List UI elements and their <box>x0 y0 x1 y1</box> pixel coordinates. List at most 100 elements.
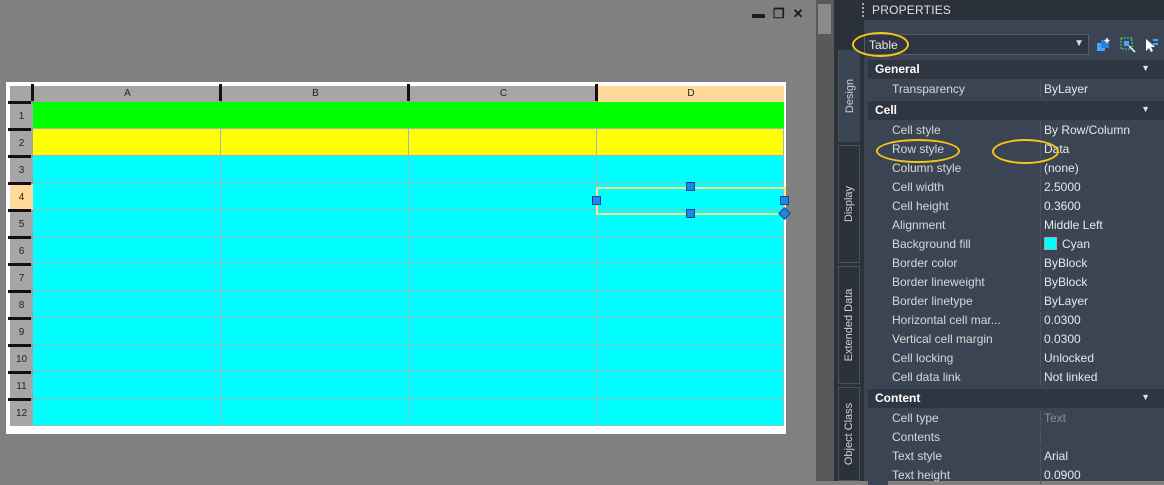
property-row[interactable]: Border lineweight ByBlock <box>868 273 1164 292</box>
column-header-b[interactable]: B <box>221 86 409 102</box>
row-header-11[interactable]: 11 <box>10 372 33 399</box>
grip-handle-right[interactable] <box>780 196 789 205</box>
property-row[interactable]: Text style Arial <box>868 447 1164 466</box>
table-cell[interactable] <box>33 237 221 264</box>
table-cell[interactable] <box>597 372 784 399</box>
collapse-chevron-icon[interactable]: ▼ <box>1141 63 1150 73</box>
row-header-4[interactable]: 4 <box>10 183 33 210</box>
table-cell[interactable] <box>33 183 221 210</box>
tab-object-class[interactable]: Object Class <box>838 387 860 481</box>
tab-design[interactable]: Design <box>838 50 860 142</box>
row-header-3[interactable]: 3 <box>10 156 33 183</box>
property-row[interactable]: Cell locking Unlocked <box>868 349 1164 368</box>
collapse-chevron-icon[interactable]: ▼ <box>1141 392 1150 402</box>
row-header-6[interactable]: 6 <box>10 237 33 264</box>
property-value[interactable] <box>1040 429 1164 446</box>
property-row[interactable]: Alignment Middle Left <box>868 216 1164 235</box>
table-cell[interactable] <box>33 129 221 156</box>
property-value[interactable]: Middle Left <box>1040 217 1164 234</box>
row-header-8[interactable]: 8 <box>10 291 33 318</box>
table-cell[interactable] <box>597 129 784 156</box>
table-cell-merged-title[interactable] <box>33 102 784 129</box>
property-row[interactable]: Horizontal cell mar... 0.0300 <box>868 311 1164 330</box>
section-header-cell[interactable]: Cell ▼ <box>868 101 1164 120</box>
property-value[interactable]: ByLayer <box>1040 293 1164 310</box>
table-cell[interactable] <box>221 156 409 183</box>
column-header-a[interactable]: A <box>33 86 221 102</box>
drag-grip-icon[interactable] <box>862 3 868 17</box>
property-row[interactable]: Cell style By Row/Column <box>868 121 1164 140</box>
property-value[interactable]: Unlocked <box>1040 350 1164 367</box>
property-value[interactable]: 0.0300 <box>1040 312 1164 329</box>
table-cell[interactable] <box>409 210 597 237</box>
property-row[interactable]: Cell type Text <box>868 409 1164 428</box>
vertical-scrollbar[interactable] <box>816 0 834 481</box>
property-value[interactable]: (none) <box>1040 160 1164 177</box>
property-value[interactable]: Text <box>1040 410 1164 427</box>
table-cell[interactable] <box>33 210 221 237</box>
property-row[interactable]: Cell data link Not linked <box>868 368 1164 387</box>
table-cell[interactable] <box>221 372 409 399</box>
column-header-d[interactable]: D <box>597 86 784 102</box>
palette-titlebar[interactable]: PROPERTIES <box>834 0 1164 20</box>
property-value[interactable]: 0.3600 <box>1040 198 1164 215</box>
table-cell[interactable] <box>33 318 221 345</box>
table-cell[interactable] <box>409 156 597 183</box>
table-cell[interactable] <box>221 183 409 210</box>
column-header-c[interactable]: C <box>409 86 597 102</box>
table-cell[interactable] <box>33 291 221 318</box>
row-header-5[interactable]: 5 <box>10 210 33 237</box>
property-value[interactable]: Not linked <box>1040 369 1164 386</box>
table-cell[interactable] <box>597 264 784 291</box>
property-value[interactable]: 0.0300 <box>1040 331 1164 348</box>
property-value[interactable]: Arial <box>1040 448 1164 465</box>
property-row[interactable]: Border color ByBlock <box>868 254 1164 273</box>
table-cell[interactable] <box>409 291 597 318</box>
section-header-general[interactable]: General ▼ <box>868 60 1164 79</box>
property-row[interactable]: Cell width 2.5000 <box>868 178 1164 197</box>
table-cell[interactable] <box>409 372 597 399</box>
property-row[interactable]: Text height 0.0900 <box>868 466 1164 485</box>
close-icon[interactable]: ✕ <box>793 6 804 22</box>
property-row[interactable]: Cell height 0.3600 <box>868 197 1164 216</box>
table-cell[interactable] <box>597 237 784 264</box>
toggle-pickadd-icon[interactable] <box>1096 37 1112 53</box>
row-header-1[interactable]: 1 <box>10 102 33 129</box>
table-cell[interactable] <box>597 345 784 372</box>
grip-handle-left[interactable] <box>592 196 601 205</box>
table-cell[interactable] <box>597 156 784 183</box>
row-header-9[interactable]: 9 <box>10 318 33 345</box>
table-cell[interactable] <box>409 399 597 426</box>
tab-extended-data[interactable]: Extended Data <box>838 266 860 384</box>
table-cell[interactable] <box>221 129 409 156</box>
table-cell[interactable] <box>221 399 409 426</box>
table-cell[interactable] <box>33 372 221 399</box>
property-row[interactable]: Vertical cell margin 0.0300 <box>868 330 1164 349</box>
collapse-chevron-icon[interactable]: ▼ <box>1141 104 1150 114</box>
restore-icon[interactable]: ❐ <box>773 6 785 22</box>
section-header-content[interactable]: Content ▼ <box>868 389 1164 408</box>
grip-handle-top[interactable] <box>686 182 695 191</box>
row-header-2[interactable]: 2 <box>10 129 33 156</box>
property-row[interactable]: Border linetype ByLayer <box>868 292 1164 311</box>
table-cell[interactable] <box>409 183 597 210</box>
minimize-icon[interactable]: ▬ <box>752 6 765 22</box>
table-cell[interactable] <box>409 129 597 156</box>
table-cell[interactable] <box>409 318 597 345</box>
table-cell[interactable] <box>33 399 221 426</box>
select-objects-icon[interactable] <box>1120 37 1136 53</box>
property-row[interactable]: Contents <box>868 428 1164 447</box>
property-value[interactable]: ByLayer <box>1040 81 1164 98</box>
table-cell[interactable] <box>221 291 409 318</box>
drawing-canvas[interactable]: ▬ ❐ ✕ A B C D 1 2 3 4 5 6 7 8 9 10 11 12 <box>0 0 816 481</box>
property-value[interactable]: ByBlock <box>1040 274 1164 291</box>
table-cell[interactable] <box>221 210 409 237</box>
row-header-7[interactable]: 7 <box>10 264 33 291</box>
row-header-10[interactable]: 10 <box>10 345 33 372</box>
quick-select-icon[interactable] <box>1143 37 1159 53</box>
tab-display[interactable]: Display <box>838 145 860 263</box>
property-value[interactable]: 0.0900 <box>1040 467 1164 484</box>
table-cell[interactable] <box>409 345 597 372</box>
row-header-12[interactable]: 12 <box>10 399 33 426</box>
table-cell[interactable] <box>221 264 409 291</box>
